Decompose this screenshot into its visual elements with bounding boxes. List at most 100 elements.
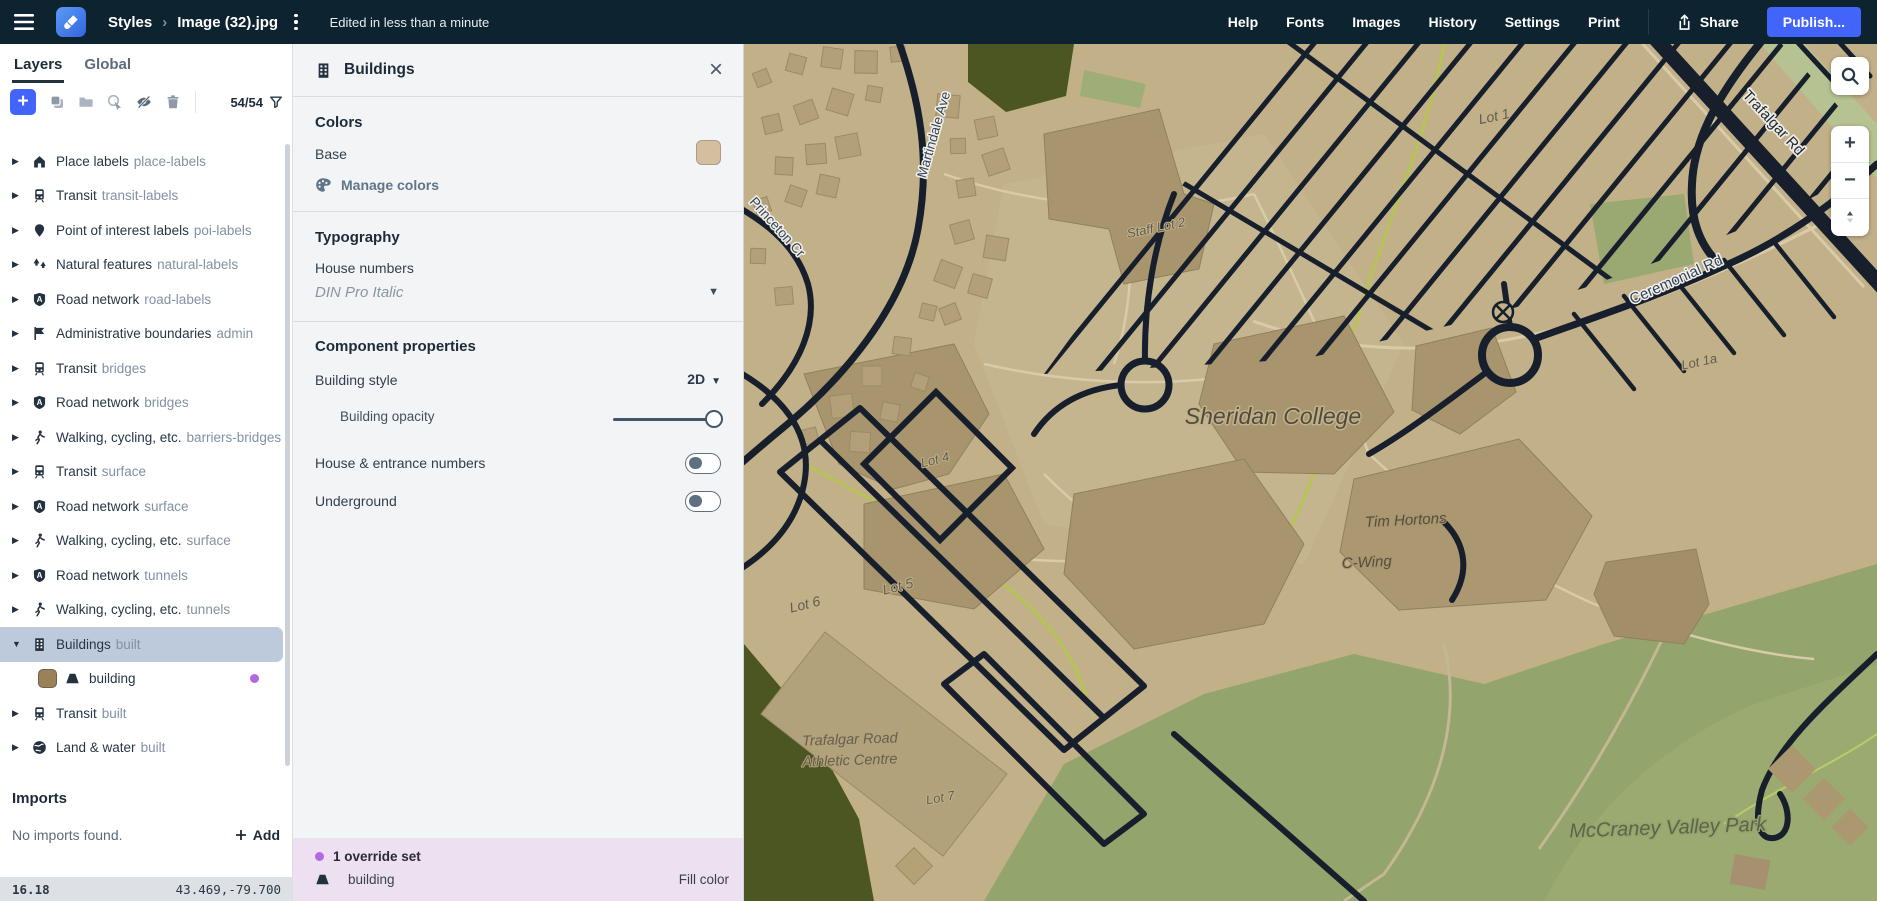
building-opacity-slider[interactable]: [613, 410, 721, 428]
chevron-down-icon: ▼: [711, 376, 721, 387]
layer-row-transit-surface[interactable]: ▶Transitsurface: [0, 455, 283, 490]
layer-component-id: bridges: [144, 395, 188, 410]
duplicate-layer-button[interactable]: [49, 94, 65, 110]
underground-label: Underground: [315, 493, 397, 509]
pitch-toggle-button[interactable]: [1831, 199, 1869, 236]
svg-text:A: A: [37, 571, 43, 580]
imports-empty-text: No imports found.: [12, 827, 123, 843]
topbar-link-fonts[interactable]: Fonts: [1286, 14, 1324, 30]
polygon-icon: [65, 672, 80, 685]
tab-layers[interactable]: Layers: [12, 48, 64, 83]
zoom-in-button[interactable]: +: [1831, 126, 1869, 163]
map-search-button[interactable]: [1831, 57, 1869, 95]
buildings-icon: [32, 637, 47, 652]
layer-component-id: surface: [144, 499, 188, 514]
mapbox-studio-app: Styles › Image (32).jpg Edited in less t…: [0, 0, 1877, 901]
caret-right-icon[interactable]: ▶: [12, 294, 32, 305]
plus-icon: [235, 829, 247, 841]
caret-right-icon[interactable]: ▶: [12, 156, 32, 167]
palette-icon: [315, 177, 331, 193]
breadcrumb-style-name: Image (32).jpg: [177, 14, 278, 31]
topbar-link-print[interactable]: Print: [1588, 14, 1620, 30]
caret-right-icon[interactable]: ▶: [12, 535, 32, 546]
admin-icon: [32, 326, 47, 341]
filter-icon[interactable]: [269, 95, 283, 109]
topbar-link-images[interactable]: Images: [1352, 14, 1400, 30]
layer-row-transit-bridges[interactable]: ▶Transitbridges: [0, 351, 283, 386]
underground-toggle[interactable]: [685, 491, 721, 512]
sidebar-scrollbar[interactable]: [285, 144, 290, 766]
caret-right-icon[interactable]: ▶: [12, 742, 32, 753]
layer-row-land-water-built[interactable]: ▶Land & waterbuilt: [0, 731, 283, 766]
layer-component-id: barriers-bridges: [187, 430, 282, 445]
topbar-link-help[interactable]: Help: [1228, 14, 1258, 30]
layer-row-walking-cycling-etc--barriers-bridges[interactable]: ▶Walking, cycling, etc.barriers-bridges: [0, 420, 283, 455]
house-entrance-numbers-toggle[interactable]: [685, 453, 721, 474]
layer-row-natural-features-natural-labels[interactable]: ▶ Natural features natural-labels: [0, 248, 283, 283]
add-layer-button[interactable]: +: [10, 89, 36, 115]
caret-right-icon[interactable]: ▶: [12, 501, 32, 512]
manage-colors-button[interactable]: Manage colors: [315, 177, 721, 193]
layer-name: Transit: [56, 188, 97, 203]
menu-button[interactable]: [10, 8, 38, 36]
layer-row-buildings-built[interactable]: ▼Buildingsbuilt: [0, 627, 283, 662]
caret-right-icon[interactable]: ▶: [12, 432, 32, 443]
breadcrumb-styles[interactable]: Styles: [108, 14, 152, 31]
map-view[interactable]: Martindale AvePrinceton CrStaff Lot 2Lot…: [744, 44, 1877, 901]
caret-right-icon[interactable]: ▶: [12, 328, 32, 339]
zoom-out-button[interactable]: −: [1831, 163, 1869, 200]
caret-right-icon[interactable]: ▶: [12, 466, 32, 477]
style-editor-logo[interactable]: [56, 7, 86, 37]
polygon-icon: [315, 873, 330, 886]
caret-right-icon[interactable]: ▶: [12, 708, 32, 719]
style-menu-button[interactable]: [288, 12, 304, 33]
search-icon: [1840, 66, 1860, 86]
caret-down-icon[interactable]: ▼: [12, 639, 32, 649]
layer-row-point-of-interest-labels-poi-labels[interactable]: ▶Point of interest labelspoi-labels: [0, 213, 283, 248]
layer-row-road-network-surface[interactable]: ▶ARoad networksurface: [0, 489, 283, 524]
layer-row-walking-cycling-etc--surface[interactable]: ▶Walking, cycling, etc.surface: [0, 524, 283, 559]
layer-component-id: natural-labels: [157, 257, 238, 272]
topbar-link-history[interactable]: History: [1428, 14, 1476, 30]
building-style-select[interactable]: 2D▼: [687, 371, 721, 387]
caret-right-icon[interactable]: ▶: [12, 225, 32, 236]
share-label: Share: [1700, 14, 1739, 30]
topbar-link-settings[interactable]: Settings: [1505, 14, 1560, 30]
close-panel-button[interactable]: ×: [709, 58, 723, 82]
top-bar: Styles › Image (32).jpg Edited in less t…: [0, 0, 1877, 44]
layer-row-transit-built[interactable]: ▶Transitbuilt: [0, 696, 283, 731]
layer-component-id: road-labels: [144, 292, 211, 307]
slider-knob[interactable]: [705, 410, 723, 428]
caret-right-icon[interactable]: ▶: [12, 259, 32, 270]
layer-row-walking-cycling-etc--tunnels[interactable]: ▶Walking, cycling, etc.tunnels: [0, 593, 283, 628]
publish-button[interactable]: Publish...: [1767, 7, 1861, 37]
layer-name: Natural features: [56, 257, 152, 272]
typography-heading: Typography: [315, 229, 721, 246]
layer-row-place-labels-place-labels[interactable]: ▶Place labelsplace-labels: [0, 144, 283, 179]
layer-row-transit-transit-labels[interactable]: ▶Transittransit-labels: [0, 179, 283, 214]
caret-right-icon[interactable]: ▶: [12, 604, 32, 615]
layer-row-road-network-road-labels[interactable]: ▶ARoad networkroad-labels: [0, 282, 283, 317]
override-footer[interactable]: 1 override set building Fill color: [293, 838, 743, 901]
layer-component-id: surface: [187, 533, 231, 548]
caret-right-icon[interactable]: ▶: [12, 190, 32, 201]
group-layers-button[interactable]: [78, 94, 94, 110]
layer-row-administrative-boundaries-admin[interactable]: ▶Administrative boundariesadmin: [0, 317, 283, 352]
hide-layer-button[interactable]: [136, 94, 152, 110]
caret-right-icon[interactable]: ▶: [12, 397, 32, 408]
layer-row-road-network-bridges[interactable]: ▶ARoad networkbridges: [0, 386, 283, 421]
layer-child-row-building[interactable]: building: [0, 662, 283, 697]
transit-icon: [32, 706, 47, 721]
layer-row-road-network-tunnels[interactable]: ▶ARoad networktunnels: [0, 558, 283, 593]
tab-global[interactable]: Global: [82, 48, 133, 83]
caret-right-icon[interactable]: ▶: [12, 363, 32, 374]
svg-text:A: A: [37, 502, 43, 511]
delete-layer-button[interactable]: [165, 94, 181, 110]
base-color-swatch[interactable]: [696, 140, 721, 165]
select-layer-button[interactable]: [107, 94, 123, 110]
caret-right-icon[interactable]: ▶: [12, 570, 32, 581]
map-canvas[interactable]: Martindale AvePrinceton CrStaff Lot 2Lot…: [744, 44, 1877, 901]
share-button[interactable]: Share: [1677, 14, 1739, 31]
house-numbers-font-select[interactable]: DIN Pro Italic ▼: [315, 284, 721, 302]
add-import-button[interactable]: Add: [235, 827, 280, 843]
